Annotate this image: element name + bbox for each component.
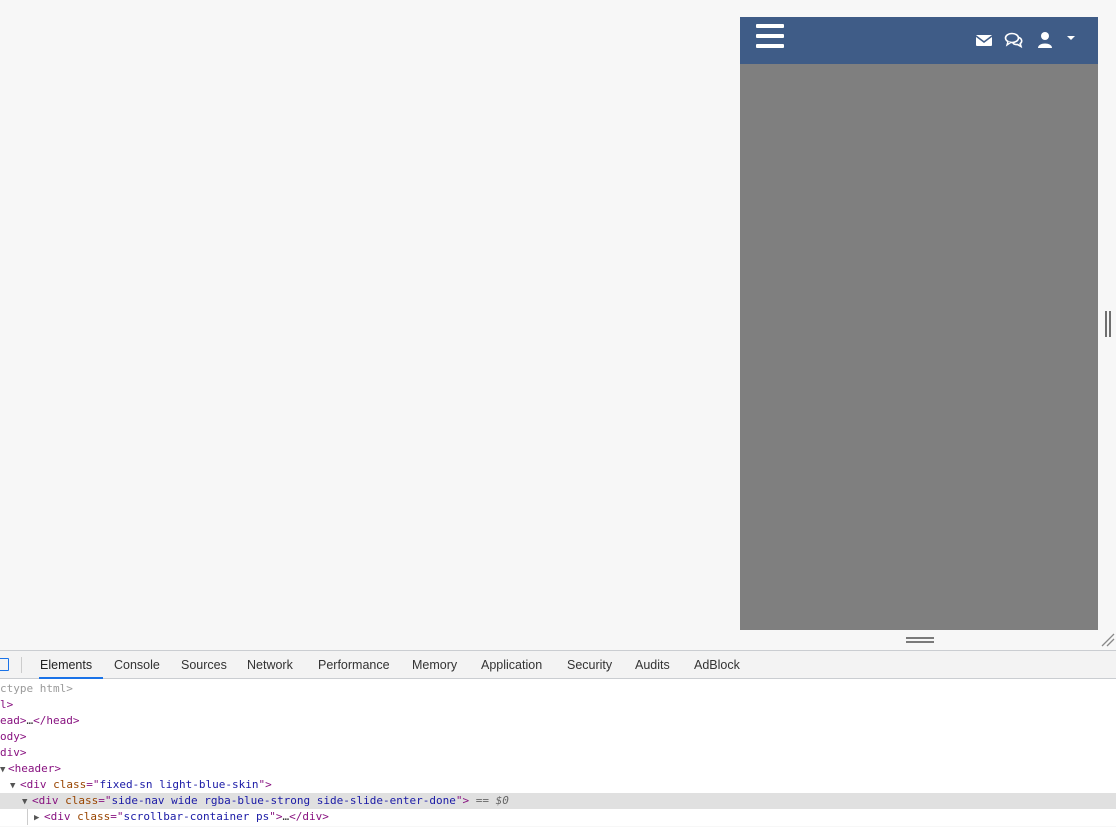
dom-node-fixed-sn[interactable]: ▼ <div class="fixed-sn light-blue-skin"> xyxy=(0,777,1116,793)
devtools-tab-bar: Elements Console Sources Network Perform… xyxy=(0,651,1116,679)
inspect-element-icon[interactable] xyxy=(0,658,9,671)
dom-node-div[interactable]: div> xyxy=(0,745,1116,761)
expand-triangle-icon[interactable]: ▼ xyxy=(22,794,32,810)
tab-application[interactable]: Application xyxy=(481,651,542,679)
devtools-panel: Elements Console Sources Network Perform… xyxy=(0,650,1116,826)
tab-network[interactable]: Network xyxy=(247,651,293,679)
expand-triangle-icon[interactable]: ▼ xyxy=(0,762,8,778)
tab-security[interactable]: Security xyxy=(567,651,612,679)
corner-resize-icon[interactable] xyxy=(1101,633,1115,647)
chat-icon[interactable] xyxy=(1004,30,1024,50)
dom-tree: ctype html> l> ead>…</head> ody> div> ▼ <… xyxy=(0,679,1116,827)
expand-triangle-icon[interactable]: ▼ xyxy=(10,778,20,794)
page-viewport xyxy=(0,0,1116,650)
tab-sources[interactable]: Sources xyxy=(181,651,227,679)
dom-node-head[interactable]: ead>…</head> xyxy=(0,713,1116,729)
tab-console[interactable]: Console xyxy=(114,651,160,679)
tab-audits[interactable]: Audits xyxy=(635,651,670,679)
device-resize-handle-right[interactable] xyxy=(1105,311,1111,337)
user-icon[interactable] xyxy=(1035,30,1055,50)
device-resize-handle-bottom[interactable] xyxy=(906,637,934,644)
dom-node-html[interactable]: l> xyxy=(0,697,1116,713)
tree-guide-line xyxy=(27,809,28,825)
tab-divider xyxy=(21,657,22,673)
mail-icon[interactable] xyxy=(974,30,994,50)
tab-memory[interactable]: Memory xyxy=(412,651,457,679)
caret-down-icon[interactable] xyxy=(1065,32,1077,44)
top-navbar xyxy=(740,17,1098,64)
dom-node-side-nav-selected[interactable]: ▼ <div class="side-nav wide rgba-blue-str… xyxy=(0,793,1116,809)
tab-performance[interactable]: Performance xyxy=(318,651,390,679)
tab-elements[interactable]: Elements xyxy=(39,651,103,679)
hamburger-menu-icon[interactable] xyxy=(756,24,784,50)
tab-adblock[interactable]: AdBlock xyxy=(694,651,740,679)
dom-node-scrollbar-container[interactable]: ▶ <div class="scrollbar-container ps">…</… xyxy=(0,809,1116,825)
dom-node-body[interactable]: ody> xyxy=(0,729,1116,745)
dom-node-doctype[interactable]: ctype html> xyxy=(0,681,1116,697)
dom-node-header[interactable]: ▼ <header> xyxy=(0,761,1116,777)
collapse-triangle-icon[interactable]: ▶ xyxy=(34,810,44,826)
device-emulation-frame xyxy=(740,17,1098,630)
